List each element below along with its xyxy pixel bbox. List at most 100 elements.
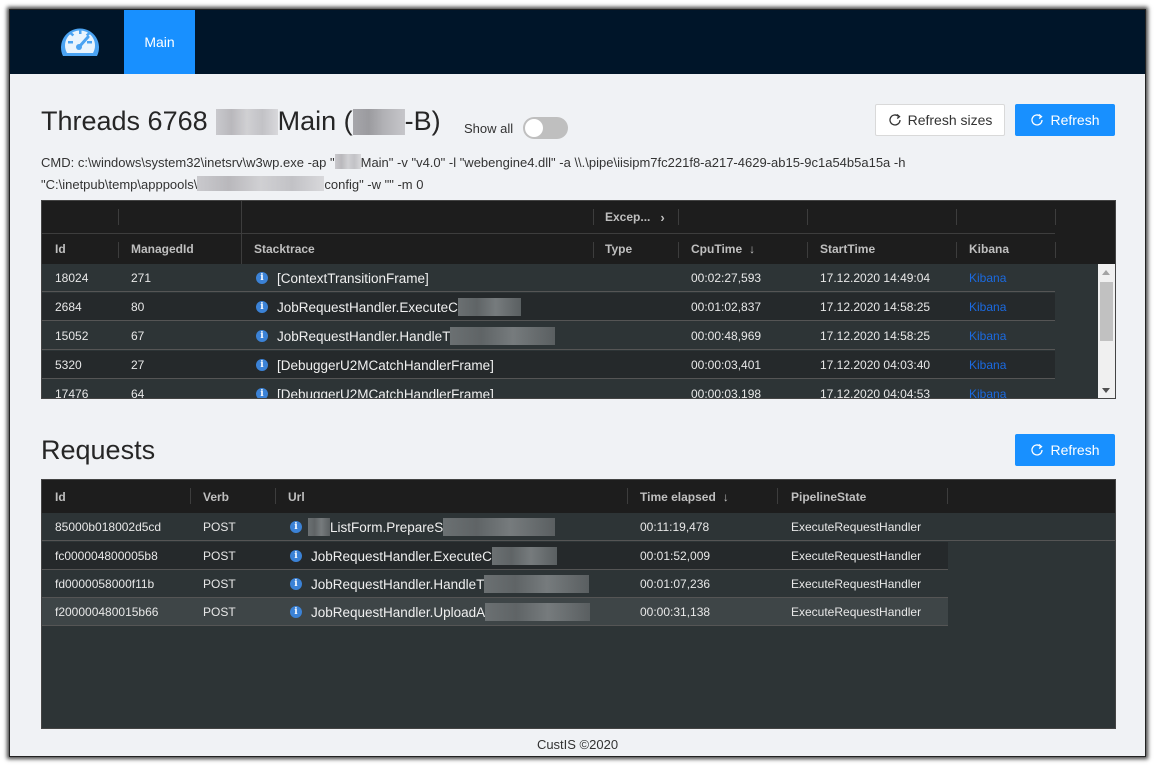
col-header-id[interactable]: Id xyxy=(55,234,66,264)
info-icon[interactable]: i xyxy=(290,521,302,533)
requests-table: Id Verb Url Time elapsed ↓ PipelineState … xyxy=(41,479,1116,729)
toggle-knob xyxy=(525,119,543,137)
stacktrace-text: [DebuggerU2MCatchHandlerFrame] xyxy=(277,386,494,399)
cell-url: i JobRequestHandler.HandleT xyxy=(290,570,590,598)
info-icon[interactable]: i xyxy=(256,388,268,398)
col-header-cputime[interactable]: CpuTime ↓ xyxy=(691,234,755,264)
cell-stacktrace: i [DebuggerU2MCatchHandlerFrame] xyxy=(256,351,494,379)
col-label: PipelineState xyxy=(791,489,867,504)
cell-start-time: 17.12.2020 04:04:53 xyxy=(820,387,931,399)
footer-copyright: CustIS ©2020 xyxy=(536,737,619,752)
header-divider xyxy=(956,209,957,225)
request-row[interactable]: fc000004800005b8 POST i JobRequestHandler… xyxy=(42,542,948,570)
col-header-url[interactable]: Url xyxy=(288,480,305,513)
cell-pipeline-state: ExecuteRequestHandler xyxy=(791,605,922,619)
col-header-type[interactable]: Type xyxy=(605,234,632,264)
kibana-link[interactable]: Kibana xyxy=(969,293,1006,321)
nav-item-main-label: Main xyxy=(144,34,175,50)
exception-group-label: Excep... xyxy=(605,210,651,224)
info-icon[interactable]: i xyxy=(256,330,268,342)
col-header-verb[interactable]: Verb xyxy=(203,480,229,513)
dashboard-gauge-icon[interactable] xyxy=(59,22,101,60)
stacktrace-text: [DebuggerU2MCatchHandlerFrame] xyxy=(277,357,494,373)
info-icon[interactable]: i xyxy=(290,550,302,562)
redacted-block xyxy=(215,108,278,135)
cell-id: fd0000058000f11b xyxy=(55,577,155,591)
url-text: JobRequestHandler.ExecuteC xyxy=(311,548,492,564)
threads-scrollbar[interactable] xyxy=(1098,264,1115,398)
col-label: Type xyxy=(605,242,633,256)
sort-down-arrow-icon: ↓ xyxy=(722,489,729,504)
requests-refresh-button[interactable]: Refresh xyxy=(1015,434,1115,466)
header-divider xyxy=(947,488,948,504)
col-label: Id xyxy=(55,489,66,504)
header-divider xyxy=(777,488,778,504)
cell-stacktrace: i [ContextTransitionFrame] xyxy=(256,264,429,292)
request-row[interactable]: f200000480015b66 POST i JobRequestHandler… xyxy=(42,598,948,626)
header-divider xyxy=(678,242,679,258)
cell-stacktrace: i [DebuggerU2MCatchHandlerFrame] xyxy=(256,380,494,399)
scroll-down-arrow-icon[interactable] xyxy=(1102,388,1110,393)
thread-row[interactable]: 2684 80 i JobRequestHandler.ExecuteC 00:0… xyxy=(42,293,1055,321)
col-label: Url xyxy=(288,489,305,504)
col-header-kibana[interactable]: Kibana xyxy=(969,234,1009,264)
threads-table-header: Excep... › Id ManagedId Stacktrace Type … xyxy=(42,201,1115,264)
threads-title-middle: Main ( xyxy=(277,106,353,136)
cell-stacktrace: i JobRequestHandler.ExecuteC xyxy=(256,293,521,321)
cell-id: f200000480015b66 xyxy=(55,605,159,619)
kibana-link[interactable]: Kibana xyxy=(969,264,1006,292)
info-icon[interactable]: i xyxy=(290,578,302,590)
col-header-pipeline-state[interactable]: PipelineState xyxy=(791,480,866,513)
redacted-block xyxy=(491,547,557,565)
thread-row[interactable]: 17476 64 i [DebuggerU2MCatchHandlerFrame]… xyxy=(42,380,1055,399)
reload-icon xyxy=(889,114,901,126)
kibana-link[interactable]: Kibana xyxy=(969,351,1006,379)
scroll-up-arrow-icon[interactable] xyxy=(1102,270,1110,275)
col-label: Verb xyxy=(203,489,230,504)
col-header-time-elapsed[interactable]: Time elapsed ↓ xyxy=(640,480,729,513)
show-all-toggle[interactable] xyxy=(523,117,568,139)
col-label: Time elapsed xyxy=(640,489,716,504)
cell-url: i ListForm.PrepareS xyxy=(290,513,556,541)
col-header-managedid[interactable]: ManagedId xyxy=(131,234,194,264)
request-row[interactable]: 85000b018002d5cd POST i ListForm.PrepareS… xyxy=(42,513,1115,541)
redacted-block xyxy=(485,603,591,621)
cell-time-elapsed: 00:01:52,009 xyxy=(640,549,711,563)
thread-row[interactable]: 5320 27 i [DebuggerU2MCatchHandlerFrame] … xyxy=(42,351,1055,379)
request-row[interactable]: fd0000058000f11b POST i JobRequestHandler… xyxy=(42,570,948,598)
cell-time-elapsed: 00:11:19,478 xyxy=(640,520,710,534)
info-icon[interactable]: i xyxy=(256,301,268,313)
header-divider xyxy=(956,242,957,258)
col-header-id[interactable]: Id xyxy=(55,480,66,513)
cell-start-time: 17.12.2020 14:58:25 xyxy=(820,329,931,343)
show-all-label: Show all xyxy=(464,121,514,136)
kibana-link[interactable]: Kibana xyxy=(969,380,1006,398)
cell-id: 5320 xyxy=(55,358,82,372)
url-text: JobRequestHandler.UploadA xyxy=(311,604,486,620)
requests-refresh-label: Refresh xyxy=(1050,442,1100,458)
info-icon[interactable]: i xyxy=(256,359,268,371)
cell-managed-id: 27 xyxy=(131,358,145,372)
header-divider xyxy=(1055,209,1056,225)
threads-table: Excep... › Id ManagedId Stacktrace Type … xyxy=(41,200,1116,399)
refresh-sizes-button[interactable]: Refresh sizes xyxy=(875,104,1005,136)
cell-id: 18024 xyxy=(55,271,89,285)
kibana-link[interactable]: Kibana xyxy=(969,322,1006,350)
url-text: JobRequestHandler.HandleT xyxy=(311,576,485,592)
info-icon[interactable]: i xyxy=(256,272,268,284)
scrollbar-thumb[interactable] xyxy=(1100,282,1113,341)
info-icon[interactable]: i xyxy=(290,606,302,618)
threads-refresh-button[interactable]: Refresh xyxy=(1015,104,1115,136)
nav-item-main[interactable]: Main xyxy=(124,10,195,74)
col-header-starttime[interactable]: StartTime xyxy=(820,234,875,264)
header-divider xyxy=(807,242,808,258)
thread-row[interactable]: 15052 67 i JobRequestHandler.HandleT 00:0… xyxy=(42,322,1055,350)
cell-start-time: 17.12.2020 14:58:25 xyxy=(820,300,931,314)
exception-group-header[interactable]: Excep... › xyxy=(605,201,665,233)
cmd-part: Main" -v "v4.0" -l "webengine4.dll" -a \… xyxy=(360,155,906,170)
thread-row[interactable]: 18024 271 i [ContextTransitionFrame] 00:0… xyxy=(42,264,1055,292)
header-divider xyxy=(118,242,119,258)
col-header-stacktrace[interactable]: Stacktrace xyxy=(254,234,315,264)
redacted-block xyxy=(352,108,405,135)
cell-time-elapsed: 00:01:07,236 xyxy=(640,577,711,591)
